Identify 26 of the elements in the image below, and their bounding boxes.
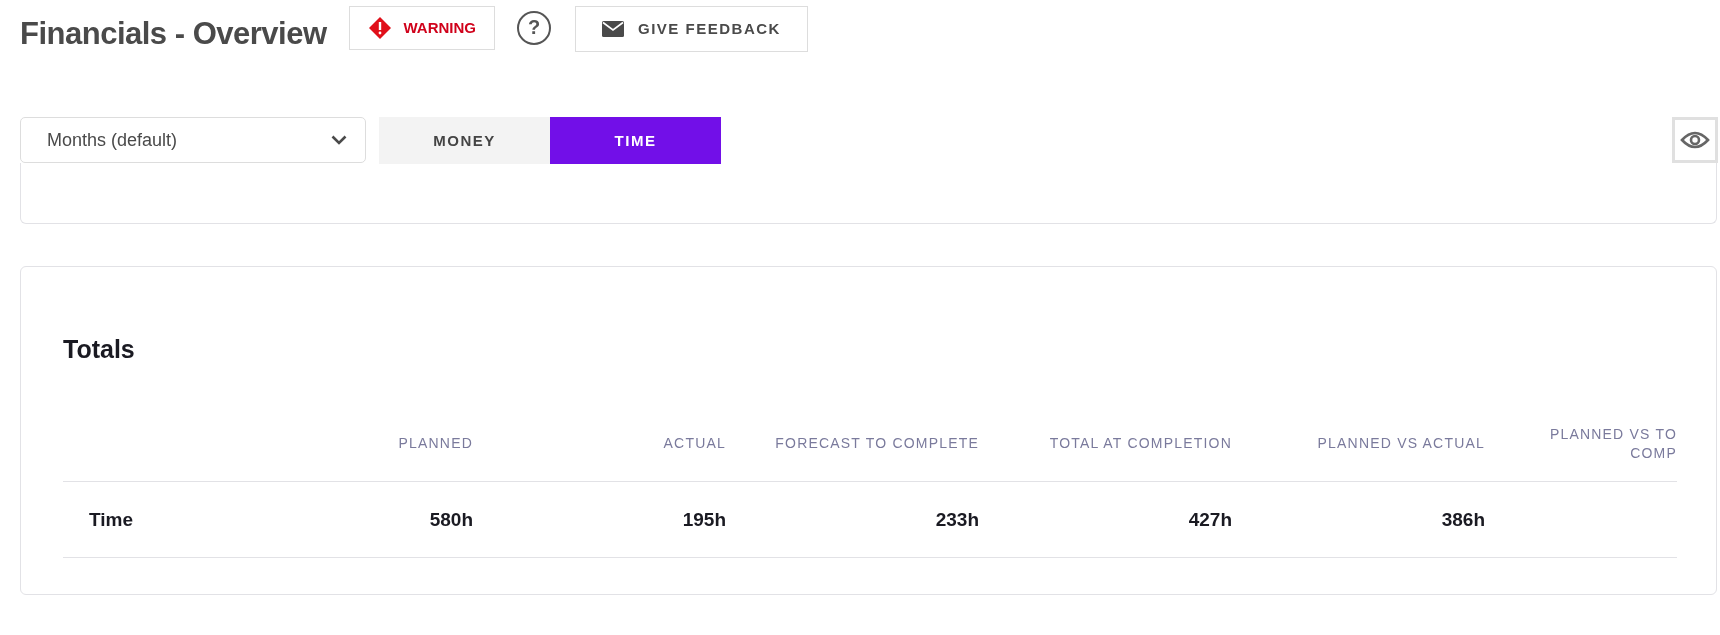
page-title: Financials - Overview: [20, 15, 327, 52]
column-header: TOTAL AT COMPLETION: [1049, 434, 1232, 453]
column-header: PLANNED VS TO COMP: [1548, 424, 1677, 463]
section-title: Totals: [63, 335, 136, 364]
table-cell: 233h: [935, 508, 979, 530]
eye-icon: [1680, 130, 1710, 150]
table-cell: 427h: [1188, 508, 1232, 530]
chevron-down-icon: [331, 135, 347, 145]
row-label: Time: [89, 508, 133, 530]
feedback-button[interactable]: GIVE FEEDBACK: [575, 5, 808, 52]
envelope-icon: [602, 20, 625, 37]
column-header: ACTUAL: [663, 434, 726, 453]
table-cell: 386h: [1441, 508, 1485, 530]
period-value: Months (default): [47, 129, 178, 151]
help-button[interactable]: ?: [517, 10, 552, 45]
column-header: PLANNED VS ACTUAL: [1317, 434, 1485, 453]
table-cell: 580h: [429, 508, 473, 530]
table-cell: 195h: [682, 508, 726, 530]
view-tab[interactable]: TIME: [550, 116, 721, 164]
warning-icon: [367, 15, 392, 40]
period-dropdown[interactable]: Months (default): [20, 117, 366, 163]
view-tab[interactable]: MONEY: [379, 116, 550, 164]
column-header: FORECAST TO COMPLETE: [775, 434, 979, 453]
visibility-button[interactable]: [1672, 117, 1718, 163]
warning-button[interactable]: WARNING: [348, 5, 496, 50]
column-header: PLANNED: [398, 434, 473, 453]
